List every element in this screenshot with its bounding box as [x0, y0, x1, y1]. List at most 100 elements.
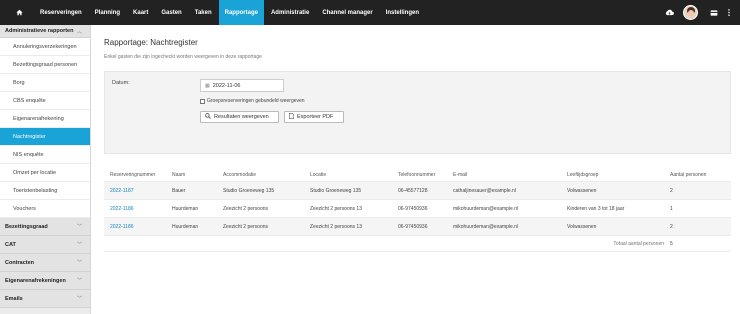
sidebar-group-open[interactable]: Administratieve rapporten ︿: [0, 25, 90, 38]
card-icon[interactable]: [710, 9, 718, 16]
filter-panel: Datum: ▦ 2022-11-06 Groepsreserveringen …: [104, 71, 731, 154]
page-subtitle: Enkel gasten die zijn ingecheckt worden …: [104, 54, 262, 60]
table-cell: Volwassenen: [567, 187, 597, 194]
calendar-icon: ▦: [205, 82, 210, 89]
sidebar-item-vouchers[interactable]: Vouchers: [0, 200, 90, 218]
nav-item-kaart[interactable]: Kaart: [127, 0, 154, 25]
sidebar: Administratieve rapporten ︿ Annuleringsv…: [0, 25, 91, 314]
table-cell: 06-97450936: [398, 223, 428, 230]
column-header: Leeftijdsgroep: [567, 171, 599, 178]
chevron-up-icon: ︿: [76, 28, 82, 35]
reservation-link[interactable]: 2022-1187: [104, 188, 166, 194]
sidebar-group-emails[interactable]: Emails ﹀: [0, 290, 90, 308]
table-cell: Huurdeman: [172, 223, 199, 230]
nav-item-administratie[interactable]: Administratie: [265, 0, 315, 25]
table-cell: 06-97450936: [398, 205, 428, 212]
table-cell: Zeezicht 2 persoons: [223, 205, 269, 212]
home-icon[interactable]: [12, 0, 26, 25]
sidebar-item-borg[interactable]: Borg: [0, 74, 90, 92]
sidebar-group-label: Administratieve rapporten: [5, 28, 74, 34]
show-results-label: Resultaten weergeven: [214, 114, 269, 120]
date-label: Datum:: [112, 80, 130, 86]
table-cell: mikohuurdeman@example.nl: [453, 205, 519, 212]
sidebar-item-omzet-per-locatie[interactable]: Omzet per locatie: [0, 164, 90, 182]
table-cell: Huurdeman: [172, 205, 199, 212]
search-icon: [205, 113, 211, 121]
top-navbar: Reserveringen Planning Kaart Gasten Taken Rap…: [0, 0, 740, 25]
sidebar-item-bezettingsgraad-personen[interactable]: Bezettingsgraad personen: [0, 56, 90, 74]
sidebar-group-label: Bezettingsgraad: [5, 223, 48, 230]
sidebar-item-annuleringsverzekeringen[interactable]: Annuleringsverzekeringen: [0, 38, 90, 56]
sidebar-group-label: Contracten: [5, 259, 35, 266]
table-cell: 2: [670, 187, 673, 194]
table-cell: Studio Groeneweg 135: [223, 187, 275, 194]
column-header: Naam: [172, 171, 186, 178]
nav-item-reserveringen[interactable]: Reserveringen: [34, 0, 88, 25]
nav-item-taken[interactable]: Taken: [189, 0, 218, 25]
sidebar-item-nachtregister[interactable]: Nachtregister: [0, 128, 90, 146]
table-cell: Volwassenen: [567, 223, 597, 230]
date-input[interactable]: ▦ 2022-11-06: [200, 79, 284, 92]
group-checkbox-row[interactable]: Groepsreserveringen gebundeld weergeven: [200, 98, 305, 104]
total-value: 5: [670, 240, 673, 247]
export-pdf-button[interactable]: Exporteer PDF: [284, 111, 344, 123]
avatar[interactable]: [683, 5, 698, 20]
column-header: Telefoonnummer: [398, 171, 436, 178]
nav-item-planning[interactable]: Planning: [89, 0, 126, 25]
sidebar-item-nis-enqu-te[interactable]: NIS enquête: [0, 146, 90, 164]
table-header: Reserveringnummer Naam Accommodatie Locatie…: [104, 168, 731, 182]
sidebar-group-eigenarenafrekeningen[interactable]: Eigenarenafrekeningen ﹀: [0, 272, 90, 290]
table-cell: 06-45577128: [398, 187, 428, 194]
table-row: 2022-1186 Huurdeman Zeezicht 2 persoons Zee…: [104, 200, 731, 218]
table-cell: Kinderen van 3 tot 18 jaar: [567, 205, 625, 212]
date-value: 2022-11-06: [212, 82, 241, 89]
sidebar-item-eigenarenafrekening[interactable]: Eigenarenafrekening: [0, 110, 90, 128]
table-cell: Bauer: [172, 187, 186, 194]
more-vertical-icon[interactable]: [728, 9, 730, 16]
table-cell: cathaljinesauer@example.nl: [453, 187, 516, 194]
table-cell: mikohuurdeman@example.nl: [453, 223, 519, 230]
sidebar-group-label: Emails: [5, 295, 23, 302]
results-table: Reserveringnummer Naam Accommodatie Locatie…: [104, 168, 731, 252]
chevron-down-icon: ﹀: [76, 260, 82, 266]
nav-item-rapportage[interactable]: Rapportage: [218, 0, 264, 25]
nav-item-channel-manager[interactable]: Channel manager: [316, 0, 378, 25]
show-results-button[interactable]: Resultaten weergeven: [200, 111, 279, 123]
sidebar-group-label: Eigenarenafrekeningen: [5, 277, 66, 284]
sidebar-group-contracten[interactable]: Contracten ﹀: [0, 254, 90, 272]
main-content: Rapportage: Nachtregister Enkel gasten d…: [91, 25, 740, 314]
sidebar-group-cat[interactable]: CAT ﹀: [0, 236, 90, 254]
page-title: Rapportage: Nachtregister: [104, 38, 198, 47]
column-header: Locatie: [310, 171, 327, 178]
sidebar-item-toeristenbelasting[interactable]: Toeristenbelasting: [0, 182, 90, 200]
cloud-upload-icon[interactable]: [665, 9, 674, 16]
chevron-down-icon: ﹀: [76, 296, 82, 302]
export-pdf-label: Exporteer PDF: [297, 114, 334, 120]
sidebar-group-label: CAT: [5, 241, 16, 248]
column-header: Aantal personen: [670, 171, 707, 178]
table-cell: 2: [670, 223, 673, 230]
total-label: Totaal aantal personen: [613, 240, 664, 247]
chevron-down-icon: ﹀: [76, 242, 82, 248]
table-cell: Studio Groeneweg 135: [310, 187, 362, 194]
file-pdf-icon: [289, 113, 294, 121]
reservation-link[interactable]: 2022-1186: [104, 206, 166, 212]
reservation-link[interactable]: 2022-1186: [104, 224, 166, 230]
group-checkbox-label: Groepsreserveringen gebundeld weergeven: [207, 98, 305, 104]
sidebar-group-bezettingsgraad[interactable]: Bezettingsgraad ﹀: [0, 218, 90, 236]
nav-item-instellingen[interactable]: Instellingen: [380, 0, 425, 25]
table-cell: Zeezicht 2 persoons 13: [310, 205, 362, 212]
sidebar-item-cbs-enqu-te[interactable]: CBS enquête: [0, 92, 90, 110]
table-cell: Zeezicht 2 persoons 13: [310, 223, 362, 230]
table-total-row: Totaal aantal personen 5: [104, 236, 731, 252]
column-header: Reserveringnummer: [110, 171, 156, 178]
table-row: 2022-1187 Bauer Studio Groeneweg 135 Studio…: [104, 182, 731, 200]
table-cell: 1: [670, 205, 673, 212]
table-row: 2022-1186 Huurdeman Zeezicht 2 persoons Zee…: [104, 218, 731, 236]
nav-item-gasten[interactable]: Gasten: [155, 0, 187, 25]
nav-right: [657, 0, 730, 25]
group-checkbox[interactable]: [200, 98, 205, 104]
chevron-down-icon: ﹀: [76, 278, 82, 284]
column-header: Accommodatie: [223, 171, 257, 178]
chevron-down-icon: ﹀: [76, 224, 82, 230]
